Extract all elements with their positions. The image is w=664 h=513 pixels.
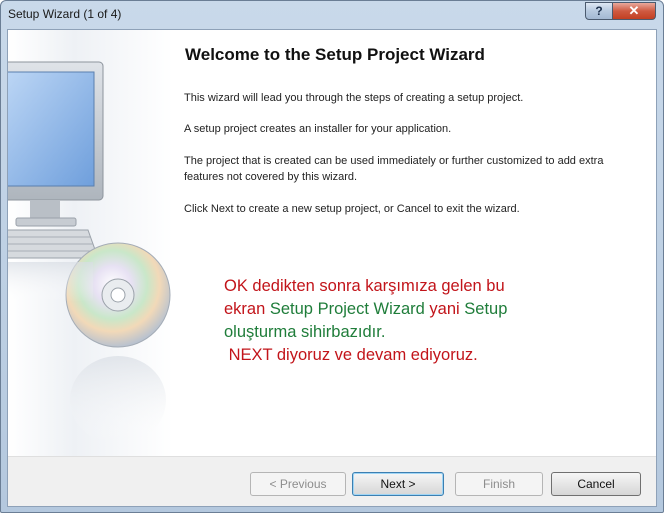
- annotation-highlight: Setup Project Wizard: [269, 300, 425, 318]
- instruction-paragraph: Click Next to create a new setup project…: [184, 203, 520, 215]
- customization-paragraph: The project that is created can be used …: [184, 155, 604, 183]
- monitor-and-cd-icon: [8, 30, 173, 456]
- annotation-line-4: NEXT diyoruz ve devam ediyoruz.: [224, 346, 478, 364]
- annotation-note: OK dedikten sonra karşımıza gelen bu ekr…: [224, 275, 624, 367]
- help-icon: ?: [595, 4, 603, 18]
- annotation-line-2: ekran Setup Project Wizard yani Setup: [224, 298, 624, 321]
- wizard-client-area: Welcome to the Setup Project Wizard This…: [7, 29, 657, 507]
- annotation-line-3: oluşturma sihirbazıdır.: [224, 323, 386, 341]
- page-title: Welcome to the Setup Project Wizard: [185, 45, 485, 64]
- setup-illustration: [8, 61, 171, 444]
- description-paragraph: A setup project creates an installer for…: [184, 123, 452, 135]
- help-button[interactable]: ?: [585, 2, 613, 20]
- title-bar[interactable]: Setup Wizard (1 of 4) ? ✕: [1, 1, 663, 29]
- annotation-highlight: Setup: [464, 300, 508, 318]
- window-title: Setup Wizard (1 of 4): [8, 7, 122, 21]
- close-button[interactable]: ✕: [612, 2, 656, 20]
- annotation-text: yani: [424, 300, 465, 318]
- setup-wizard-window: Setup Wizard (1 of 4) ? ✕ Welcome to the…: [0, 0, 664, 513]
- close-icon: ✕: [628, 3, 640, 18]
- cancel-button[interactable]: Cancel: [551, 472, 641, 496]
- previous-button[interactable]: < Previous: [250, 472, 346, 496]
- wizard-content: Welcome to the Setup Project Wizard This…: [8, 30, 656, 456]
- annotation-line-1: OK dedikten sonra karşımıza gelen bu: [224, 277, 505, 295]
- button-bar: < Previous Next > Finish Cancel: [8, 456, 656, 506]
- annotation-text: ekran: [224, 300, 270, 318]
- finish-button[interactable]: Finish: [455, 472, 543, 496]
- next-button[interactable]: Next >: [352, 472, 444, 496]
- intro-paragraph: This wizard will lead you through the st…: [184, 92, 524, 104]
